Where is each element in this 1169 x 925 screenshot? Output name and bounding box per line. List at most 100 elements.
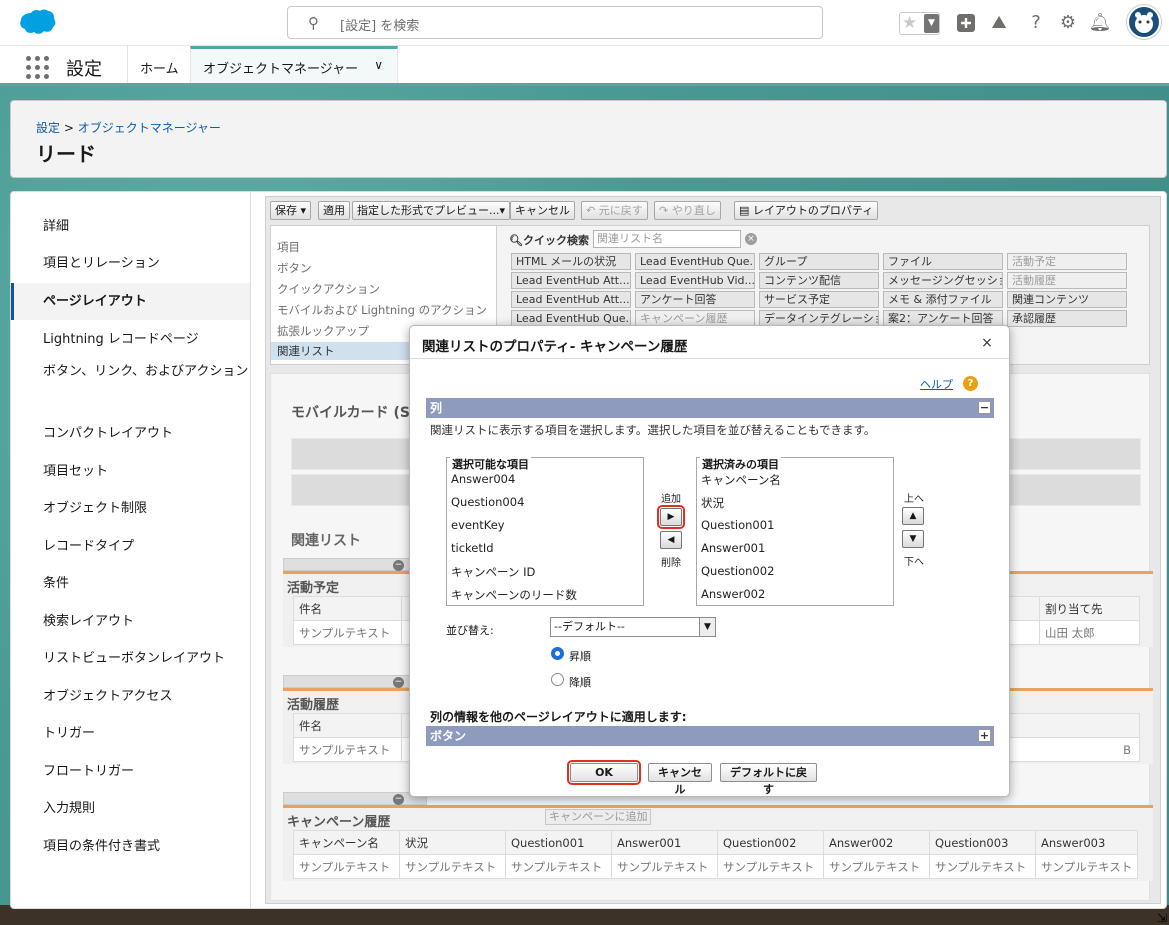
drag-handle[interactable] <box>283 675 427 688</box>
palette-item[interactable]: Lead EventHub Que... <box>635 253 755 270</box>
list-item[interactable]: Question001 <box>701 518 774 532</box>
palette-item[interactable]: コンテンツ配信 <box>759 272 879 289</box>
list-item[interactable]: Answer002 <box>701 587 765 601</box>
drag-handle[interactable] <box>283 792 427 805</box>
palette-item[interactable]: 関連コンテンツ <box>1007 291 1127 308</box>
sidebar-item-fields[interactable]: 項目とリレーション <box>11 245 250 282</box>
sidebar-item-object-access[interactable]: オブジェクトアクセス <box>11 678 250 715</box>
list-item[interactable]: Answer001 <box>701 541 765 555</box>
sidebar-item-listview-buttons[interactable]: リストビューボタンレイアウト <box>11 640 250 677</box>
add-button[interactable]: ▶ <box>657 505 685 529</box>
list-item[interactable]: eventKey <box>451 518 505 532</box>
sidebar-item-triggers[interactable]: トリガー <box>11 715 250 752</box>
help-icon[interactable]: ? <box>1023 10 1049 36</box>
list-item[interactable]: Question002 <box>701 564 774 578</box>
palette-item[interactable]: 承認履歴 <box>1007 310 1127 327</box>
trailhead-icon[interactable]: ⛰ <box>986 10 1012 36</box>
sidebar-item-object-limits[interactable]: オブジェクト制限 <box>11 490 250 527</box>
sidebar-item-page-layouts[interactable]: ページレイアウト <box>11 283 250 320</box>
tab-home[interactable]: ホーム <box>127 46 191 83</box>
palette-item[interactable]: 活動履歴 <box>1007 272 1127 289</box>
reset-default-button[interactable]: デフォルトに戻す <box>720 763 817 796</box>
move-down-button[interactable]: ▼ <box>902 530 924 548</box>
redo-button[interactable]: ↷ やり直し <box>654 201 721 220</box>
sidebar-item-lightning-pages[interactable]: Lightning レコードページ <box>11 321 250 358</box>
favorites-control[interactable]: ★ ▼ <box>899 12 940 35</box>
list-item[interactable]: キャンペーン ID <box>451 564 535 580</box>
palette-cat-fields[interactable]: 項目 <box>277 239 300 255</box>
list-item[interactable]: 状況 <box>701 495 724 511</box>
palette-cat-buttons[interactable]: ボタン <box>277 260 312 276</box>
descending-radio[interactable] <box>551 673 564 686</box>
drag-handle[interactable] <box>283 558 427 571</box>
expand-icon[interactable]: + <box>978 729 991 742</box>
sidebar-item-field-sets[interactable]: 項目セット <box>11 453 250 490</box>
help-link[interactable]: ヘルプ <box>920 376 953 392</box>
remove-icon[interactable]: − <box>393 794 404 805</box>
apply-button[interactable]: 適用 <box>318 201 350 220</box>
list-item[interactable]: Question004 <box>451 495 524 509</box>
sidebar-item-compact-layouts[interactable]: コンパクトレイアウト <box>11 415 250 452</box>
palette-item[interactable]: メモ & 添付ファイル <box>883 291 1003 308</box>
chevron-down-icon[interactable]: ∨ <box>374 58 383 72</box>
sidebar-item-flow-triggers[interactable]: フロートリガー <box>11 753 250 790</box>
save-button[interactable]: 保存 ▾ <box>270 201 312 220</box>
ok-button[interactable]: OK <box>567 760 641 785</box>
bell-icon[interactable]: 🔔︎ <box>1087 10 1113 36</box>
cancel-button[interactable]: キャンセル <box>510 201 575 220</box>
sidebar-item-buttons-links[interactable]: ボタン、リンク、およびアクション <box>11 358 250 402</box>
ascending-radio[interactable] <box>551 647 564 660</box>
undo-button[interactable]: ↶ 元に戻す <box>581 201 648 220</box>
collapse-icon[interactable]: − <box>978 401 991 414</box>
chevron-down-icon[interactable]: ▼ <box>924 14 939 33</box>
sort-select[interactable]: --デフォルト-- ▼ <box>550 617 716 637</box>
help-icon[interactable]: ? <box>963 376 978 391</box>
list-item[interactable]: Answer004 <box>451 472 515 486</box>
close-icon[interactable]: × <box>978 334 996 352</box>
app-launcher-icon[interactable] <box>26 56 50 80</box>
global-search[interactable]: ⚲ [設定] を検索 <box>287 6 823 39</box>
sidebar-item-search-layouts[interactable]: 検索レイアウト <box>11 603 250 640</box>
sidebar-item-record-types[interactable]: レコードタイプ <box>11 528 250 565</box>
remove-icon[interactable]: − <box>393 560 404 571</box>
sidebar-item-conditions[interactable]: 条件 <box>11 565 250 602</box>
gear-icon[interactable]: ⚙ <box>1055 10 1081 36</box>
tab-object-manager[interactable]: オブジェクトマネージャー ∨ <box>190 46 398 83</box>
palette-item[interactable]: 活動予定 <box>1007 253 1127 270</box>
remove-icon[interactable]: − <box>393 677 404 688</box>
palette-item[interactable]: ファイル <box>883 253 1003 270</box>
selected-fields-list[interactable]: 選択済みの項目 キャンペーン名 状況 Question001 Answer001… <box>696 456 894 606</box>
remove-button[interactable]: ◀ <box>660 531 682 549</box>
list-item[interactable]: キャンペーン名 <box>701 472 781 488</box>
list-item[interactable]: ticketId <box>451 541 494 555</box>
palette-cat-mobile-actions[interactable]: モバイルおよび Lightning のアクション <box>277 302 487 318</box>
resize-handle-icon[interactable]: ⇲ <box>1157 911 1169 925</box>
chevron-down-icon[interactable]: ▼ <box>699 618 715 636</box>
palette-item[interactable]: Lead EventHub Att... <box>511 272 631 289</box>
sidebar-item-details[interactable]: 詳細 <box>11 208 250 245</box>
related-list-campaign-history[interactable]: − キャンペーン履歴 キャンペーンに追加 キャンペーン名 状況 Question… <box>283 792 1153 881</box>
salesforce-logo[interactable] <box>14 9 56 37</box>
breadcrumb-setup[interactable]: 設定 <box>36 121 60 135</box>
palette-item[interactable]: メッセージングセッション <box>883 272 1003 289</box>
move-up-button[interactable]: ▲ <box>902 507 924 525</box>
clear-search-icon[interactable]: × <box>745 233 757 245</box>
palette-item[interactable]: サービス予定 <box>759 291 879 308</box>
palette-item[interactable]: HTML メールの状況 <box>511 253 631 270</box>
avatar[interactable] <box>1127 5 1161 39</box>
palette-item[interactable]: アンケート回答 <box>635 291 755 308</box>
sidebar-item-validation-rules[interactable]: 入力規則 <box>11 790 250 827</box>
quick-search-input[interactable]: 関連リスト名 <box>593 230 741 248</box>
sidebar-item-conditional-formatting[interactable]: 項目の条件付き書式 <box>11 828 250 865</box>
palette-cat-quick-actions[interactable]: クイックアクション <box>277 281 380 297</box>
cancel-button[interactable]: キャンセル <box>648 763 712 796</box>
palette-item[interactable]: Lead EventHub Att... <box>511 291 631 308</box>
available-fields-list[interactable]: 選択可能な項目 Answer004 Question004 eventKey t… <box>446 456 644 606</box>
layout-properties-button[interactable]: ▤ レイアウトのプロパティ <box>734 201 879 220</box>
star-icon[interactable]: ★ <box>902 13 917 33</box>
palette-item[interactable]: グループ <box>759 253 879 270</box>
breadcrumb-object-manager[interactable]: オブジェクトマネージャー <box>78 121 221 135</box>
add-to-campaign-button[interactable]: キャンペーンに追加 <box>545 809 652 825</box>
plus-icon[interactable] <box>953 10 979 36</box>
list-item[interactable]: キャンペーンのリード数 <box>451 587 577 603</box>
